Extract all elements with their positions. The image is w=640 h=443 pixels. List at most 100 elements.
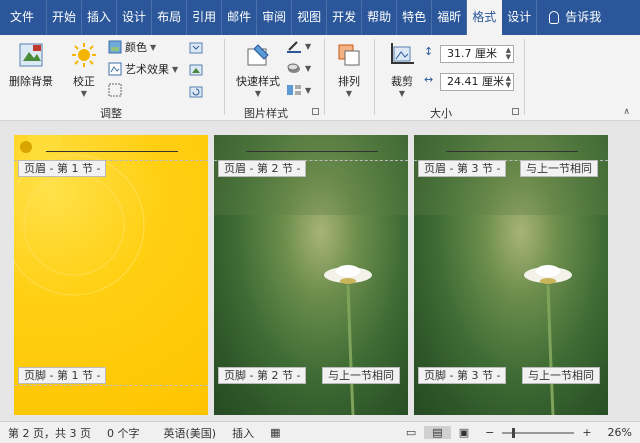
quick-styles-icon [247, 44, 269, 66]
language[interactable]: 英语(美国) [155, 425, 224, 441]
dialog-launcher-icon[interactable] [512, 108, 519, 115]
header-same-as-previous-tag[interactable]: 与上一节相同 [520, 160, 598, 177]
arrange-label: 排列 [338, 75, 360, 88]
quick-styles-label: 快速样式 [236, 75, 280, 88]
corrections-button[interactable]: 校正 ▼ [66, 41, 102, 98]
picture-border-icon [287, 41, 301, 53]
tab-home[interactable]: 开始 [47, 0, 83, 35]
tab-foxit[interactable]: 福昕 [432, 0, 468, 35]
page-2[interactable]: 页眉 - 第 2 节 - 与上一节相同 页脚 - 第 2 节 - [214, 135, 408, 415]
tab-design[interactable]: 设计 [117, 0, 153, 35]
status-bar: 第 2 页，共 3 页 0 个字 英语(美国) 插入 ▦ ▭ ▤ ▣ − + 2… [0, 421, 640, 443]
group-adjust-label: 调整 [100, 107, 122, 120]
header-line [46, 151, 178, 152]
chevron-down-icon: ▼ [305, 85, 312, 95]
tab-layout[interactable]: 布局 [152, 0, 188, 35]
zoom-out-icon[interactable]: − [477, 426, 502, 439]
artistic-effects-button[interactable]: 艺术效果 ▼ [108, 61, 178, 77]
header-tag[interactable]: 页眉 - 第 2 节 - [218, 160, 307, 177]
chevron-down-icon: ▼ [150, 42, 157, 52]
picture-layout-button[interactable]: ▼ [286, 83, 311, 97]
group-picture-styles-label: 图片样式 [244, 107, 288, 120]
footer-tag[interactable]: 页脚 - 第 2 节 - [218, 367, 307, 384]
group-separator [324, 39, 325, 115]
remove-background-icon [19, 43, 43, 67]
tab-view[interactable]: 视图 [292, 0, 328, 35]
corrections-label: 校正 [73, 75, 95, 88]
tab-format[interactable]: 格式 [467, 0, 503, 35]
reset-picture-button[interactable] [188, 85, 204, 99]
header-line [446, 151, 578, 152]
footer-boundary [14, 385, 208, 386]
transparency-button[interactable] [108, 83, 122, 97]
sun-icon [72, 43, 96, 67]
width-input[interactable]: 24.41 厘米 ▲ ▼ [440, 73, 514, 91]
header-tag[interactable]: 页眉 - 第 3 节 - [418, 160, 507, 177]
crop-button[interactable]: 裁剪 ▼ [384, 41, 420, 98]
word-count[interactable]: 0 个字 [99, 425, 148, 441]
page-count[interactable]: 第 2 页，共 3 页 [0, 425, 99, 441]
reset-picture-icon [189, 86, 203, 98]
spinner-icon[interactable]: ▲ ▼ [506, 47, 511, 61]
height-control: ↕ [424, 45, 433, 58]
width-value: 24.41 厘米 [447, 75, 504, 88]
tab-special[interactable]: 特色 [397, 0, 433, 35]
page-3[interactable]: 页眉 - 第 3 节 - 与上一节相同 与上一节相同 页脚 - 第 3 节 - [414, 135, 608, 415]
header-line [246, 151, 378, 152]
tell-me-search[interactable]: 告诉我 [537, 0, 606, 35]
tab-review[interactable]: 审阅 [257, 0, 293, 35]
picture-effects-button[interactable]: ▼ [286, 61, 311, 75]
footer-same-as-previous-tag[interactable]: 与上一节相同 [322, 367, 400, 384]
macro-icon[interactable]: ▦ [262, 426, 288, 439]
ribbon-format: 删除背景 校正 ▼ 颜色 ▼ 艺术效果 ▼ 调整 快速样式 ▼ ▼ ▼ ▼ 图片… [0, 35, 640, 121]
color-palette-icon [108, 40, 122, 54]
height-value: 31.7 厘米 [447, 47, 497, 60]
artistic-effects-label: 艺术效果 [125, 63, 169, 76]
width-control: ↔ [424, 73, 433, 86]
zoom-in-icon[interactable]: + [574, 426, 599, 439]
chevron-down-icon: ▼ [398, 89, 406, 98]
collapse-ribbon-icon[interactable]: ∧ [623, 107, 630, 117]
footer-same-as-previous-tag[interactable]: 与上一节相同 [522, 367, 600, 384]
web-layout-icon[interactable]: ▣ [451, 426, 477, 439]
tab-insert[interactable]: 插入 [82, 0, 118, 35]
arrange-button[interactable]: 排列 ▼ [332, 41, 366, 98]
quick-styles-button[interactable]: 快速样式 ▼ [232, 41, 284, 98]
picture-border-button[interactable]: ▼ [286, 39, 311, 53]
tab-help[interactable]: 帮助 [362, 0, 398, 35]
tell-me-label: 告诉我 [565, 10, 602, 24]
compress-pictures-button[interactable] [188, 41, 204, 55]
change-picture-button[interactable] [188, 63, 204, 77]
group-separator [374, 39, 375, 115]
zoom-slider[interactable] [502, 427, 575, 438]
insert-mode[interactable]: 插入 [224, 425, 262, 441]
dialog-launcher-icon[interactable] [312, 108, 319, 115]
document-area[interactable]: 页眉 - 第 1 节 - 页脚 - 第 1 节 - 页眉 - 第 2 节 - 与… [0, 121, 640, 421]
footer-tag[interactable]: 页脚 - 第 1 节 - [18, 367, 107, 384]
remove-background-label: 删除背景 [9, 75, 53, 88]
header-tag[interactable]: 页眉 - 第 1 节 - [18, 160, 107, 177]
tab-header-design[interactable]: 设计 [502, 0, 538, 35]
color-label: 颜色 [125, 41, 147, 54]
spinner-icon[interactable]: ▲ ▼ [506, 75, 511, 89]
remove-background-button[interactable]: 删除背景 [6, 41, 56, 89]
read-mode-icon[interactable]: ▭ [398, 426, 424, 439]
group-separator [524, 39, 525, 115]
tab-developer[interactable]: 开发 [327, 0, 363, 35]
compress-icon [189, 42, 203, 54]
picture-layout-icon [287, 85, 301, 95]
tab-references[interactable]: 引用 [187, 0, 223, 35]
page-1[interactable]: 页眉 - 第 1 节 - 页脚 - 第 1 节 - [14, 135, 208, 415]
zoom-level[interactable]: 26% [600, 426, 640, 439]
lightbulb-icon [549, 11, 560, 24]
tab-mailings[interactable]: 邮件 [222, 0, 258, 35]
tab-file[interactable]: 文件 [0, 0, 48, 35]
footer-tag[interactable]: 页脚 - 第 3 节 - [418, 367, 507, 384]
artistic-effects-icon [108, 62, 122, 76]
color-button[interactable]: 颜色 ▼ [108, 39, 156, 55]
chevron-down-icon: ▼ [305, 63, 312, 73]
zoom-slider-thumb[interactable] [512, 427, 516, 438]
height-input[interactable]: 31.7 厘米 ▲ ▼ [440, 45, 514, 63]
chevron-down-icon: ▼ [80, 89, 88, 98]
print-layout-icon[interactable]: ▤ [424, 426, 451, 439]
